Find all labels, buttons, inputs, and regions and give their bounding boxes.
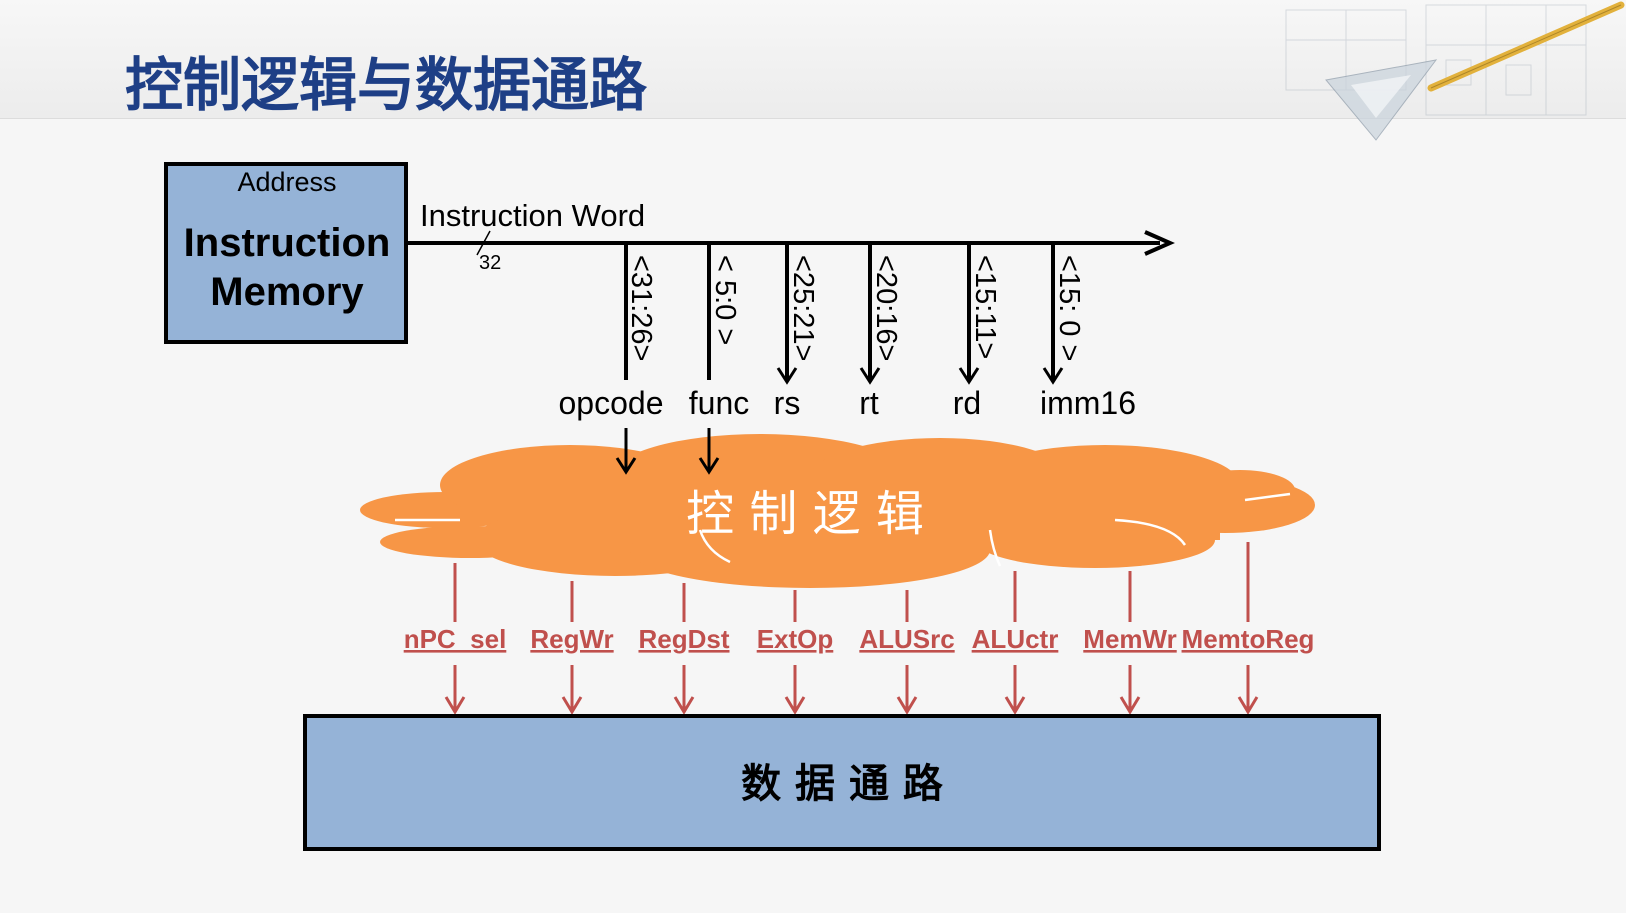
signal-label-npc-sel: nPC_sel — [404, 624, 507, 654]
field-bits-opcode: <31:26> — [625, 255, 657, 361]
signal-label-extop: ExtOp — [757, 624, 834, 654]
memory-name-line1: Instruction — [184, 221, 391, 265]
field-bits-rt: <20:16> — [870, 255, 902, 361]
signal-label-alusrc: ALUSrc — [859, 624, 954, 654]
field-name-rt: rt — [859, 385, 879, 421]
datapath-label: 数 据 通 路 — [741, 761, 944, 807]
memory-name-line2: Memory — [210, 270, 364, 314]
control-logic-label: 控 制 逻 辑 — [686, 486, 924, 542]
field-bits-rd: <15:11> — [969, 255, 1001, 359]
field-name-opcode: opcode — [559, 385, 664, 421]
address-label: Address — [237, 167, 336, 197]
bus-width-label: 32 — [479, 252, 501, 274]
signal-label-aluctr: ALUctr — [972, 624, 1059, 654]
diagram: Address Instruction Memory Instruction W… — [164, 162, 1381, 851]
signal-label-regdst: RegDst — [638, 624, 729, 654]
field-bits-imm16: <15: 0 > — [1053, 255, 1085, 361]
signal-label-memwr: MemWr — [1083, 624, 1176, 654]
field-bits-rs: <25:21> — [787, 255, 819, 361]
field-name-imm16: imm16 — [1040, 385, 1136, 421]
signal-label-regwr: RegWr — [530, 624, 613, 654]
field-name-func: func — [689, 385, 749, 421]
field-bits-func: < 5:0 > — [709, 255, 741, 345]
signal-label-memtoreg: MemtoReg — [1182, 624, 1315, 654]
slide: 控制逻辑与数据通路 Address Instruction Memory Ins… — [0, 0, 1626, 913]
field-name-rs: rs — [774, 385, 801, 421]
field-name-rd: rd — [953, 385, 981, 421]
instruction-word-label: Instruction Word — [420, 198, 645, 233]
